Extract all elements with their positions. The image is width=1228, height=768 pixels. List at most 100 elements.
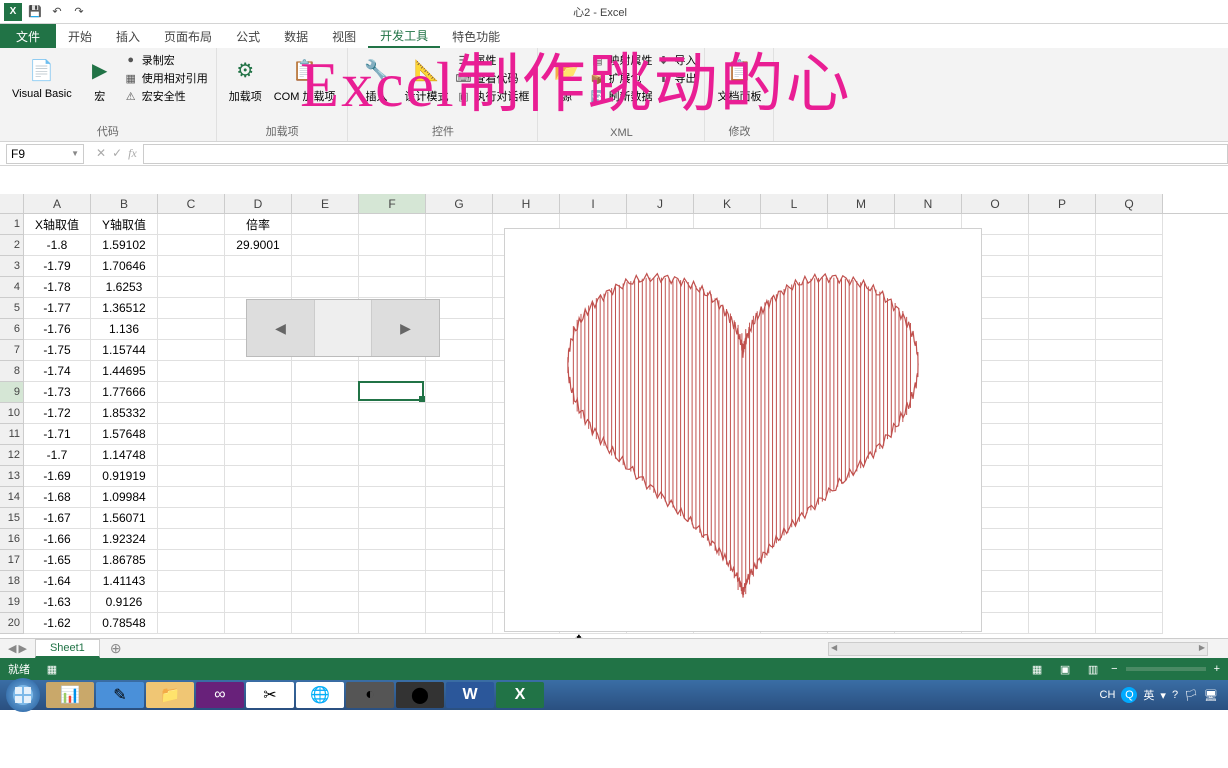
cell-E3[interactable]	[292, 256, 359, 277]
formula-input[interactable]	[143, 144, 1228, 164]
cell-Q19[interactable]	[1096, 592, 1163, 613]
use-relative-ref-button[interactable]: ▦使用相对引用	[124, 70, 208, 86]
run-dialog-button[interactable]: ▣执行对话框	[456, 88, 529, 104]
row-header-13[interactable]: 13	[0, 466, 24, 487]
col-header-Q[interactable]: Q	[1096, 194, 1163, 213]
tray-flag-icon[interactable]: 🏳	[1184, 689, 1198, 702]
design-mode-button[interactable]: 📐 设计模式	[400, 52, 452, 106]
sheet-nav-last-icon[interactable]: ▶	[18, 642, 26, 655]
cell-P6[interactable]	[1029, 319, 1096, 340]
cell-P10[interactable]	[1029, 403, 1096, 424]
cell-A18[interactable]: -1.64	[24, 571, 91, 592]
cell-B20[interactable]: 0.78548	[91, 613, 158, 634]
taskbar-snip[interactable]: ✂	[246, 682, 294, 708]
cell-A15[interactable]: -1.67	[24, 508, 91, 529]
cell-G15[interactable]	[426, 508, 493, 529]
cell-C14[interactable]	[158, 487, 225, 508]
cell-D17[interactable]	[225, 550, 292, 571]
cell-F4[interactable]	[359, 277, 426, 298]
cell-C4[interactable]	[158, 277, 225, 298]
cell-D11[interactable]	[225, 424, 292, 445]
record-macro-button[interactable]: ●录制宏	[124, 52, 208, 68]
cell-D9[interactable]	[225, 382, 292, 403]
map-props-button[interactable]: ▤映射属性	[590, 52, 652, 68]
macro-button[interactable]: ▶ 宏	[80, 52, 120, 106]
cell-F20[interactable]	[359, 613, 426, 634]
export-button[interactable]: ⬆导出	[656, 70, 696, 86]
cell-B9[interactable]: 1.77666	[91, 382, 158, 403]
cell-A9[interactable]: -1.73	[24, 382, 91, 403]
cell-B4[interactable]: 1.6253	[91, 277, 158, 298]
cell-C15[interactable]	[158, 508, 225, 529]
tray-help-icon[interactable]: ?	[1172, 689, 1178, 701]
view-code-button[interactable]: ⌨查看代码	[456, 70, 529, 86]
row-header-19[interactable]: 19	[0, 592, 24, 613]
cell-Q12[interactable]	[1096, 445, 1163, 466]
cell-D10[interactable]	[225, 403, 292, 424]
macro-security-button[interactable]: ⚠宏安全性	[124, 88, 208, 104]
taskbar-chrome[interactable]: 🌐	[296, 682, 344, 708]
cell-E20[interactable]	[292, 613, 359, 634]
cell-P19[interactable]	[1029, 592, 1096, 613]
cell-D3[interactable]	[225, 256, 292, 277]
cell-D18[interactable]	[225, 571, 292, 592]
cell-D14[interactable]	[225, 487, 292, 508]
cell-A14[interactable]: -1.68	[24, 487, 91, 508]
tab-insert[interactable]: 插入	[104, 24, 152, 48]
tray-monitor-icon[interactable]: 🖥	[1204, 689, 1218, 702]
cell-G2[interactable]	[426, 235, 493, 256]
cell-F15[interactable]	[359, 508, 426, 529]
cell-B2[interactable]: 1.59102	[91, 235, 158, 256]
row-header-18[interactable]: 18	[0, 571, 24, 592]
cell-B16[interactable]: 1.92324	[91, 529, 158, 550]
cell-P1[interactable]	[1029, 214, 1096, 235]
cell-E14[interactable]	[292, 487, 359, 508]
tab-special[interactable]: 特色功能	[440, 24, 512, 48]
cell-Q2[interactable]	[1096, 235, 1163, 256]
tab-file[interactable]: 文件	[0, 24, 56, 48]
cell-F10[interactable]	[359, 403, 426, 424]
col-header-I[interactable]: I	[560, 194, 627, 213]
cell-E12[interactable]	[292, 445, 359, 466]
col-header-J[interactable]: J	[627, 194, 694, 213]
cell-P4[interactable]	[1029, 277, 1096, 298]
cell-C13[interactable]	[158, 466, 225, 487]
cell-B17[interactable]: 1.86785	[91, 550, 158, 571]
cell-A7[interactable]: -1.75	[24, 340, 91, 361]
tray-ime[interactable]: CH	[1100, 689, 1116, 701]
cell-G17[interactable]	[426, 550, 493, 571]
cell-F8[interactable]	[359, 361, 426, 382]
cell-Q4[interactable]	[1096, 277, 1163, 298]
cell-Q5[interactable]	[1096, 298, 1163, 319]
row-header-2[interactable]: 2	[0, 235, 24, 256]
cell-D15[interactable]	[225, 508, 292, 529]
view-normal-icon[interactable]: ▦	[1027, 661, 1047, 677]
cell-B5[interactable]: 1.36512	[91, 298, 158, 319]
cell-B19[interactable]: 0.9126	[91, 592, 158, 613]
cell-F1[interactable]	[359, 214, 426, 235]
cell-P12[interactable]	[1029, 445, 1096, 466]
cell-Q8[interactable]	[1096, 361, 1163, 382]
col-header-P[interactable]: P	[1029, 194, 1096, 213]
import-button[interactable]: ⬇导入	[656, 52, 696, 68]
cell-F16[interactable]	[359, 529, 426, 550]
cancel-formula-icon[interactable]: ✕	[96, 146, 106, 161]
cell-C3[interactable]	[158, 256, 225, 277]
cell-D20[interactable]	[225, 613, 292, 634]
cell-C5[interactable]	[158, 298, 225, 319]
row-header-17[interactable]: 17	[0, 550, 24, 571]
col-header-M[interactable]: M	[828, 194, 895, 213]
cell-G3[interactable]	[426, 256, 493, 277]
col-header-H[interactable]: H	[493, 194, 560, 213]
cell-Q15[interactable]	[1096, 508, 1163, 529]
cell-E9[interactable]	[292, 382, 359, 403]
cell-G20[interactable]	[426, 613, 493, 634]
cell-F11[interactable]	[359, 424, 426, 445]
taskbar-app-2[interactable]: ✎	[96, 682, 144, 708]
sheet-tab-sheet1[interactable]: Sheet1	[35, 639, 100, 658]
cell-P13[interactable]	[1029, 466, 1096, 487]
col-header-K[interactable]: K	[694, 194, 761, 213]
cell-Q18[interactable]	[1096, 571, 1163, 592]
cell-C12[interactable]	[158, 445, 225, 466]
cell-Q7[interactable]	[1096, 340, 1163, 361]
